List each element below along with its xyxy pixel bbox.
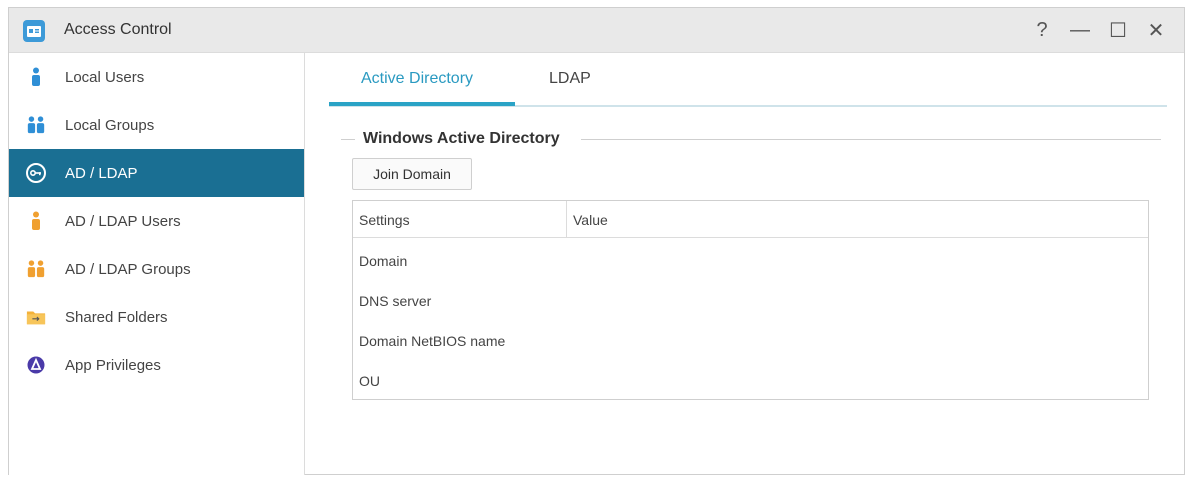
main-panel: Active Directory LDAP Windows Active Dir… [306,53,1185,475]
close-button[interactable]: ✕ [1144,18,1168,42]
sidebar-item-ad-ldap[interactable]: AD / LDAP [9,149,304,197]
access-control-window: Access Control ? — ☐ ✕ Local Users Local… [8,7,1185,475]
sidebar-item-label: AD / LDAP Groups [65,260,191,278]
section-title: Windows Active Directory [363,130,560,147]
key-icon [26,163,46,183]
user-icon [26,211,46,231]
table-row: Domain NetBIOS name [359,333,506,349]
help-button[interactable]: ? [1030,18,1054,42]
join-domain-button[interactable]: Join Domain [352,158,472,190]
table-header: Settings Value [353,201,1148,238]
app-icon [26,355,46,375]
window-controls: ? — ☐ ✕ [1030,18,1168,42]
user-icon [26,67,46,87]
tab-ldap[interactable]: LDAP [549,70,591,88]
tab-active-directory[interactable]: Active Directory [361,70,473,88]
sidebar-item-ad-ldap-users[interactable]: AD / LDAP Users [9,197,304,245]
group-icon [26,115,46,135]
window-title: Access Control [64,21,172,38]
folder-icon [26,307,46,327]
sidebar-item-local-users[interactable]: Local Users [9,53,304,101]
sidebar-item-label: App Privileges [65,356,161,374]
sidebar-item-local-groups[interactable]: Local Groups [9,101,304,149]
sidebar-item-app-privileges[interactable]: App Privileges [9,341,304,389]
divider [581,139,1161,140]
sidebar-item-label: AD / LDAP [65,164,138,182]
sidebar-item-label: Local Groups [65,116,155,134]
minimize-button[interactable]: — [1068,18,1092,42]
table-row: Domain [359,253,408,269]
maximize-button[interactable]: ☐ [1106,18,1130,42]
sidebar-item-label: Local Users [65,68,145,86]
group-icon [26,259,46,279]
column-header-value[interactable]: Value [573,212,608,228]
active-tab-indicator [329,102,515,106]
table-row: DNS server [359,293,432,309]
sidebar: Local Users Local Groups AD / LDAP AD / … [9,53,305,475]
table-row: OU [359,373,380,389]
column-header-settings[interactable]: Settings [359,212,410,228]
sidebar-item-ad-ldap-groups[interactable]: AD / LDAP Groups [9,245,304,293]
column-divider [566,201,567,238]
settings-table: Settings Value Domain DNS server Domain … [352,200,1149,400]
tab-bar: Active Directory LDAP [329,53,1167,107]
sidebar-item-shared-folders[interactable]: Shared Folders [9,293,304,341]
sidebar-item-label: Shared Folders [65,308,168,326]
title-bar: Access Control ? — ☐ ✕ [9,8,1184,53]
sidebar-item-label: AD / LDAP Users [65,212,181,230]
divider [341,139,355,140]
access-control-app-icon [23,20,45,42]
